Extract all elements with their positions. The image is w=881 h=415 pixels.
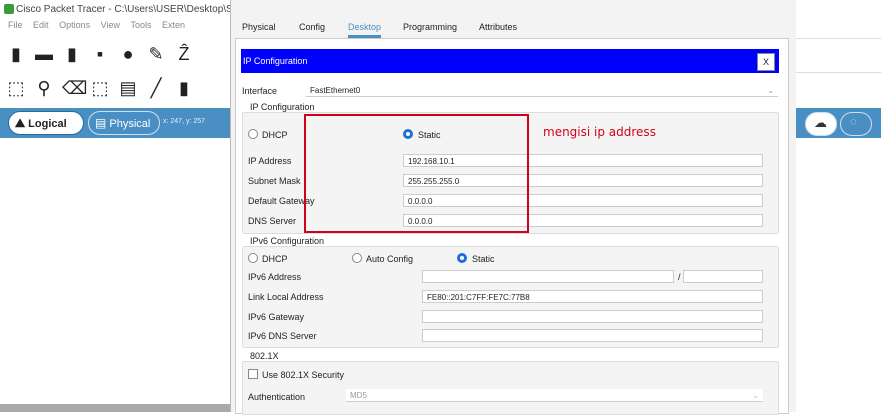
dns-server-label: DNS Server	[248, 216, 297, 226]
menu-view[interactable]: View	[101, 20, 120, 30]
ipv4-dhcp-radio[interactable]	[248, 129, 258, 139]
dialog-tabs: Physical Config Desktop Programming Attr…	[231, 0, 796, 38]
menu-tools[interactable]: Tools	[130, 20, 151, 30]
link-local-field[interactable]: FE80::201:C7FF:FE7C:77B8	[422, 290, 763, 303]
ipv6-static-radio[interactable]	[457, 253, 467, 263]
authentication-select[interactable]: MD5 ⌄	[346, 389, 763, 402]
divider	[795, 38, 881, 39]
physical-label: Physical	[109, 118, 151, 130]
menu-options[interactable]: Options	[59, 20, 90, 30]
delete-icon[interactable]: ⌫	[62, 78, 87, 98]
info-icon[interactable]: ●	[118, 44, 138, 64]
dot1x-group-label: 802.1X	[250, 351, 279, 361]
cursor-coords: x: 247, y: 257	[163, 118, 206, 125]
ipv4-group-label: IP Configuration	[250, 102, 315, 112]
ipv6-gateway-field[interactable]	[422, 310, 763, 323]
cloud-icon: ☁	[814, 115, 827, 130]
divider	[795, 72, 881, 73]
scrollbar[interactable]	[0, 404, 230, 412]
ip-config-header: IP Configuration X	[241, 49, 779, 73]
environment-button[interactable]: ◌	[840, 112, 872, 136]
logical-icon: ⛰	[15, 116, 26, 130]
ipv6-group-label: IPv6 Configuration	[250, 236, 325, 246]
interface-label: Interface	[242, 86, 278, 96]
note-icon[interactable]: ▤	[118, 78, 138, 98]
select-icon[interactable]: ⬚	[6, 78, 26, 98]
activity-wizard-icon[interactable]: ✎	[146, 44, 166, 64]
subnet-mask-label: Subnet Mask	[248, 176, 301, 186]
chevron-down-icon: ⌄	[767, 86, 774, 95]
menu-file[interactable]: File	[8, 20, 23, 30]
ip-config-title: IP Configuration	[243, 56, 308, 66]
chevron-down-icon: ⌄	[752, 391, 759, 400]
logical-label: Logical	[28, 118, 67, 130]
ip-address-label: IP Address	[248, 156, 292, 166]
ipv6-gateway-label: IPv6 Gateway	[248, 312, 305, 322]
tab-config[interactable]: Config	[299, 22, 325, 32]
interface-select[interactable]: FastEthernet0 ⌄	[306, 84, 778, 97]
authentication-label: Authentication	[248, 392, 306, 402]
packet-tracer-logo-icon	[4, 4, 14, 14]
physical-tab[interactable]: ▤ Physical	[88, 111, 160, 135]
edit-toolbar: ⬚ ⚲ ⌫ ⬚ ▤ ╱ ▮	[0, 74, 230, 104]
authentication-value: MD5	[350, 391, 367, 400]
use-8021x-label: Use 802.1X Security	[262, 370, 345, 380]
ipv6-auto-config-label: Auto Config	[366, 254, 414, 264]
ipv6-dhcp-label: DHCP	[262, 254, 288, 264]
close-button[interactable]: X	[757, 53, 775, 71]
tab-physical[interactable]: Physical	[242, 22, 276, 32]
zoom-icon[interactable]: ⚲	[34, 78, 54, 98]
link-local-label: Link Local Address	[248, 292, 324, 302]
new-file-icon[interactable]: ▮	[6, 44, 26, 64]
ipv6-address-field[interactable]	[422, 270, 674, 283]
app-title-bar: Cisco Packet Tracer - C:\Users\USER\Desk…	[0, 0, 233, 20]
globe-icon: ◌	[850, 116, 857, 128]
ipv4-dhcp-label: DHCP	[262, 130, 288, 140]
ipv6-address-label: IPv6 Address	[248, 272, 302, 282]
app-title: Cisco Packet Tracer - C:\Users\USER\Desk…	[16, 4, 233, 15]
draw-shape-icon[interactable]: ▮	[174, 78, 194, 98]
resize-icon[interactable]: ⬚	[90, 78, 110, 98]
interface-value: FastEthernet0	[310, 86, 361, 95]
right-app-area	[795, 0, 881, 412]
logical-tab[interactable]: ⛰ Logical	[8, 111, 84, 135]
annotation-highlight-box	[304, 114, 529, 233]
print-icon[interactable]: ▪	[90, 44, 110, 64]
menu-extensions[interactable]: Exten	[162, 20, 185, 30]
main-toolbar: ▮ ▬ ▮ ▪ ● ✎ Ẑ	[0, 40, 230, 70]
use-8021x-checkbox[interactable]	[248, 369, 258, 379]
tab-attributes[interactable]: Attributes	[479, 22, 517, 32]
annotation-text: mengisi ip address	[543, 125, 656, 139]
menu-edit[interactable]: Edit	[33, 20, 49, 30]
ipv6-static-label: Static	[472, 254, 495, 264]
ipv6-prefix-field[interactable]	[683, 270, 763, 283]
menu-bar: File Edit Options View Tools Exten	[0, 20, 230, 36]
cloud-device-button[interactable]: ☁	[805, 112, 837, 136]
tab-desktop[interactable]: Desktop	[348, 22, 382, 38]
ipv6-dns-field[interactable]	[422, 329, 763, 342]
prefix-separator: /	[678, 272, 681, 282]
ipv6-dns-label: IPv6 DNS Server	[248, 331, 317, 341]
ipv6-dhcp-radio[interactable]	[248, 253, 258, 263]
tab-programming[interactable]: Programming	[403, 22, 457, 32]
network-info-icon[interactable]: Ẑ	[174, 44, 194, 64]
ipv6-auto-config-radio[interactable]	[352, 253, 362, 263]
draw-line-icon[interactable]: ╱	[146, 78, 166, 98]
open-folder-icon[interactable]: ▬	[34, 44, 54, 64]
physical-icon: ▤	[95, 116, 107, 130]
save-icon[interactable]: ▮	[62, 44, 82, 64]
